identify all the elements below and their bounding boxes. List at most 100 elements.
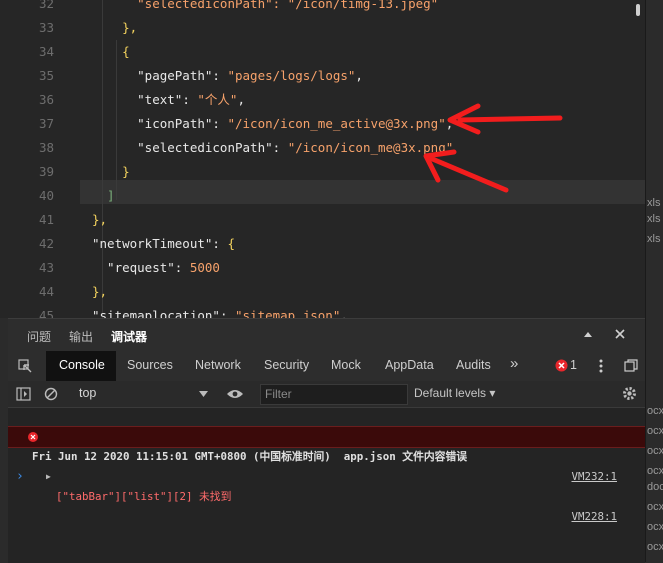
code-token: 5000 <box>189 260 220 275</box>
context-select[interactable]: top <box>79 386 96 400</box>
code-token: }, <box>92 20 138 35</box>
filter-input[interactable]: Filter <box>260 384 408 405</box>
tab-appdata[interactable]: AppData <box>385 358 434 372</box>
sidebar-toggle-icon[interactable] <box>16 387 31 401</box>
code-token: ] <box>92 188 115 203</box>
annotation-arrow <box>447 103 563 135</box>
tab-network[interactable]: Network <box>195 358 241 372</box>
file-extension-label: xls <box>647 197 661 209</box>
code-token: : <box>212 116 228 131</box>
code-token: "sitemaplocation" <box>92 308 220 318</box>
tab-console[interactable]: Console <box>59 358 105 372</box>
code-token: "/icon/icon_me_active@3x.png" <box>227 116 446 131</box>
file-extension-label: xls <box>647 233 661 245</box>
code-token: : <box>219 308 235 318</box>
code-text: "text": "个人", <box>92 88 245 112</box>
code-token: "pages/logs/logs" <box>227 68 356 83</box>
editor-scrollbar[interactable] <box>636 4 640 16</box>
code-token: : <box>272 140 288 155</box>
eye-icon[interactable] <box>226 388 244 400</box>
code-line[interactable]: 33 }, <box>0 16 645 40</box>
annotation-arrow <box>423 149 509 193</box>
code-token: : <box>182 92 198 107</box>
code-token: "sitemap.json" <box>235 308 341 318</box>
code-text: "iconPath": "/icon/icon_me_active@3x.png… <box>92 112 453 136</box>
more-tabs-button[interactable]: » <box>510 355 518 372</box>
line-number: 41 <box>38 212 54 227</box>
error-count[interactable]: 1 <box>570 358 577 372</box>
code-text: ] <box>92 184 115 208</box>
code-editor[interactable]: 32 "selectediconPath": "/icon/timg-13.jp… <box>0 0 645 318</box>
code-text: }, <box>92 208 107 232</box>
tab-sources[interactable]: Sources <box>127 358 173 372</box>
code-line[interactable]: 39 } <box>0 160 645 184</box>
devtools-tabbar: Console Sources Network Security Mock Ap… <box>8 351 645 382</box>
clear-console-icon[interactable] <box>44 387 58 401</box>
code-line[interactable]: 44}, <box>0 280 645 304</box>
code-token: , <box>237 92 245 107</box>
devtools-panel: 问题 输出 调试器 Console Sources Network Securi… <box>8 318 645 563</box>
line-number: 42 <box>38 236 54 251</box>
code-line[interactable]: 43 "request": 5000 <box>0 256 645 280</box>
tab-debugger[interactable]: 调试器 <box>111 328 147 345</box>
code-text: "sitemaplocation": "sitemap.json", <box>92 304 348 318</box>
console-toolbar: top Filter Default levels ▾ <box>8 381 645 408</box>
line-number: 37 <box>38 116 54 131</box>
console-error-row[interactable]: ▶ ["tabBar"]["list"][2] 未找到 VM228:1 <box>8 426 645 523</box>
code-line[interactable]: 40 ] <box>0 184 645 208</box>
line-number: 35 <box>38 68 54 83</box>
tab-output[interactable]: 输出 <box>69 328 93 345</box>
file-extension-label: ocx <box>647 445 663 457</box>
code-token: "request" <box>92 260 175 275</box>
tab-problems[interactable]: 问题 <box>27 328 51 345</box>
console-prompt[interactable]: › <box>8 447 645 484</box>
line-number: 45 <box>38 308 54 318</box>
line-number: 33 <box>38 20 54 35</box>
tab-audits[interactable]: Audits <box>456 358 491 372</box>
code-token: "pagePath" <box>92 68 213 83</box>
line-number: 36 <box>38 92 54 107</box>
code-line[interactable]: 35 "pagePath": "pages/logs/logs", <box>0 64 645 88</box>
code-token: : <box>212 236 228 251</box>
caret-up-icon[interactable] <box>583 330 593 340</box>
log-levels-select[interactable]: Default levels ▾ <box>414 386 495 400</box>
line-number: 34 <box>38 44 54 59</box>
caret-down-icon[interactable] <box>199 391 208 398</box>
code-token: }, <box>92 212 108 227</box>
code-line[interactable]: 34 { <box>0 40 645 64</box>
code-line[interactable]: 41}, <box>0 208 645 232</box>
code-token: "text" <box>92 92 183 107</box>
code-token: } <box>92 164 130 179</box>
code-token: { <box>227 236 236 251</box>
line-number: 38 <box>38 140 54 155</box>
line-number: 39 <box>38 164 54 179</box>
filter-placeholder: Filter <box>265 387 292 401</box>
line-number: 43 <box>38 260 54 275</box>
code-token: "selectediconPath" <box>92 140 273 155</box>
source-link[interactable]: VM228:1 <box>571 507 617 527</box>
code-line[interactable]: 42 "networkTimeout": { <box>0 232 645 256</box>
tab-security[interactable]: Security <box>264 358 309 372</box>
code-text: "request": 5000 <box>92 256 220 280</box>
tab-mock[interactable]: Mock <box>331 358 361 372</box>
code-text: "networkTimeout": { <box>92 232 235 256</box>
code-token: "iconPath" <box>92 116 213 131</box>
file-list-strip <box>645 0 663 562</box>
file-extension-label: ocx <box>647 465 663 477</box>
kebab-menu-icon[interactable] <box>598 358 604 374</box>
close-icon[interactable] <box>614 328 626 340</box>
bottom-panel-tabs: 问题 输出 调试器 <box>8 319 645 352</box>
code-line[interactable]: 45 "sitemaplocation": "sitemap.json", <box>0 304 645 318</box>
log-levels-label: Default levels <box>414 386 487 400</box>
code-token: "selectediconPath": "/icon/timg-13.jpeg" <box>92 0 439 11</box>
code-token: , <box>340 308 348 318</box>
gear-icon[interactable] <box>622 386 637 401</box>
code-line[interactable]: 32 "selectediconPath": "/icon/timg-13.jp… <box>0 0 645 16</box>
console-group-header[interactable]: ▼ Fri Jun 12 2020 11:15:01 GMT+0800 (中国标… <box>8 407 645 483</box>
code-token: : <box>174 260 190 275</box>
inspect-element-icon[interactable] <box>18 359 32 373</box>
dock-icon[interactable] <box>624 359 638 372</box>
source-link[interactable]: VM232:1 <box>571 467 617 487</box>
file-extension-label: ocx <box>647 501 663 513</box>
code-text: }, <box>92 16 137 40</box>
